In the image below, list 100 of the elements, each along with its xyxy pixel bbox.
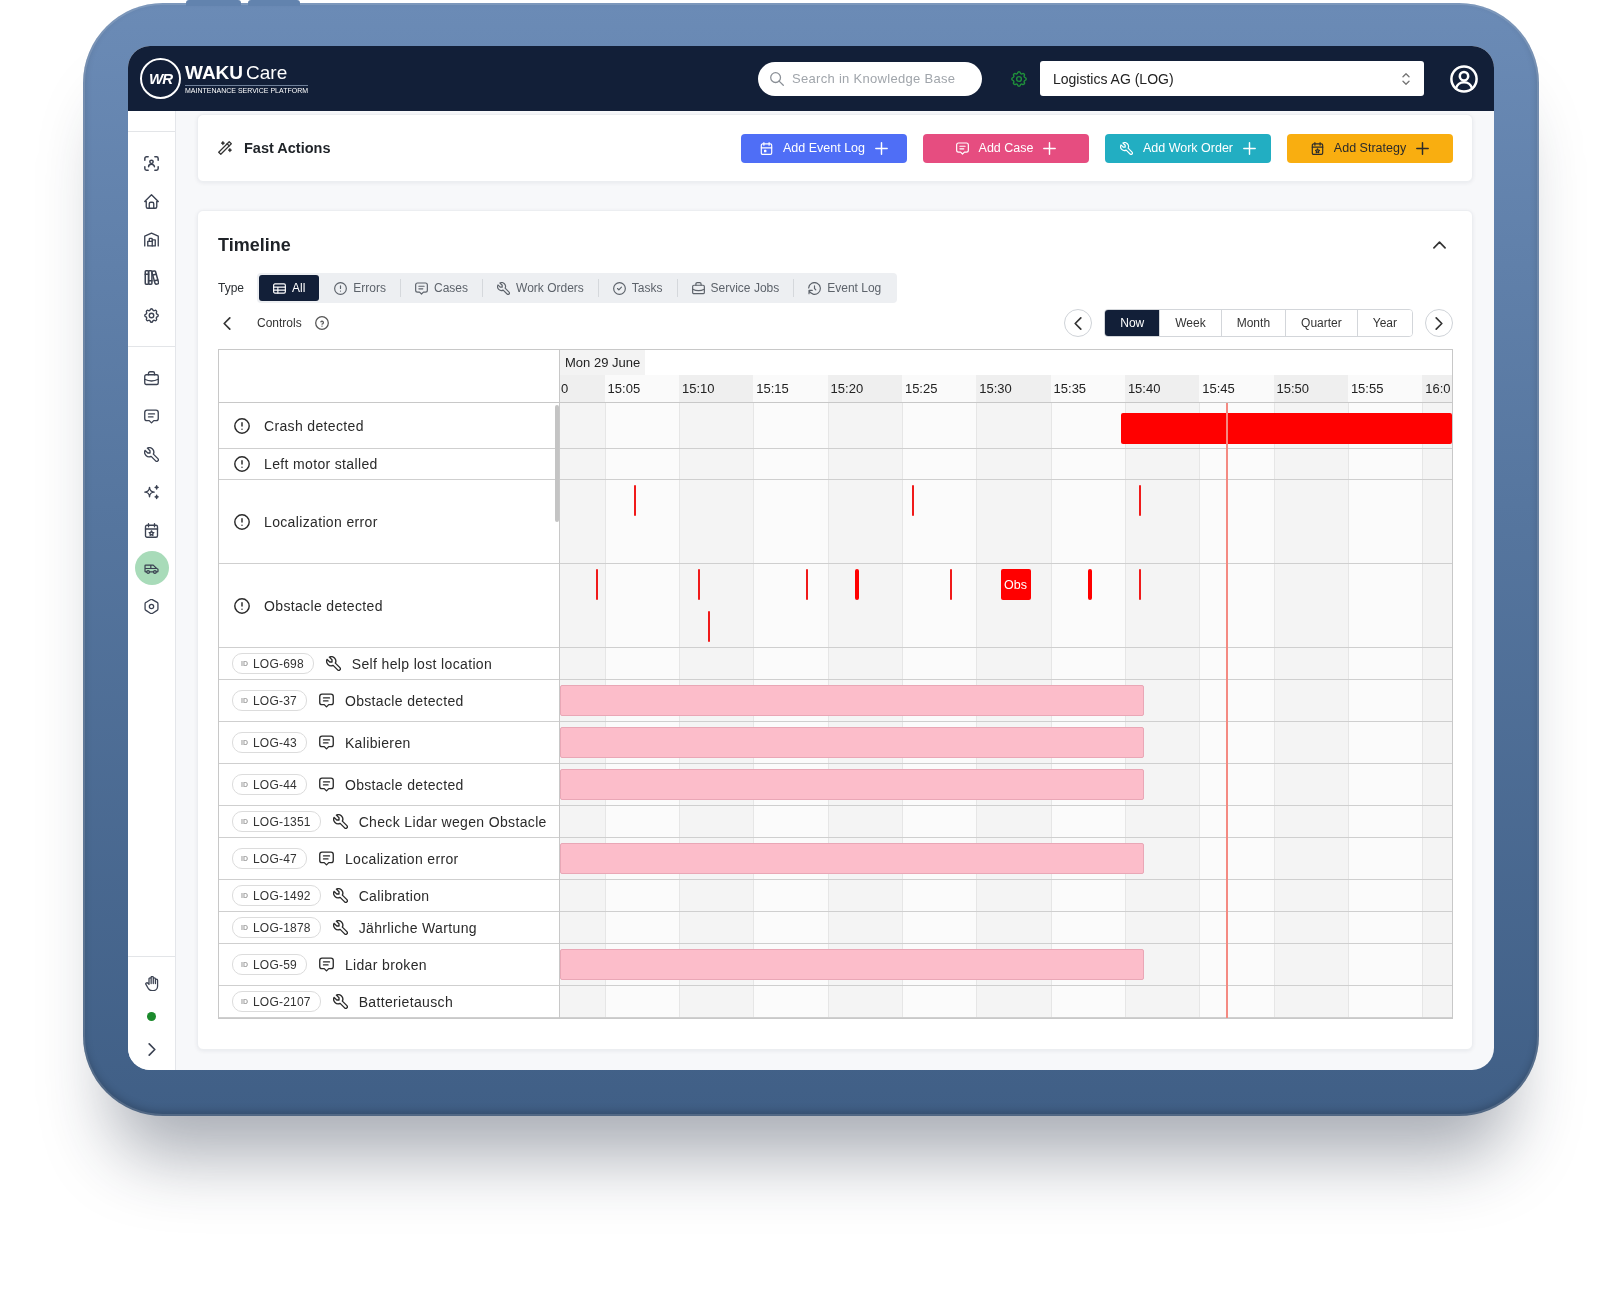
user-account-icon[interactable] (1450, 64, 1478, 93)
row-title: Obstacle detected (264, 597, 383, 614)
chevron-up-icon (1432, 241, 1446, 249)
time-tick-label: 0 (560, 375, 605, 402)
logo-mark: WR (140, 58, 181, 99)
error-bar[interactable] (855, 569, 860, 600)
time-tick-label: 15:25 (901, 375, 977, 402)
row-title: Left motor stalled (264, 456, 378, 472)
fast-action-button[interactable]: Add Event Log (741, 133, 907, 163)
hand-icon[interactable] (144, 976, 159, 991)
message-icon (955, 141, 969, 155)
magic-wand-icon (218, 141, 232, 155)
error-bar[interactable] (1088, 569, 1092, 600)
filter-tab[interactable]: Cases (401, 275, 483, 301)
date-label: Mon 29 June (560, 350, 646, 375)
message-icon (318, 957, 334, 972)
wrench-icon (325, 656, 341, 671)
wrench-icon (497, 281, 511, 295)
error-marker[interactable] (1138, 485, 1141, 516)
plus-icon (1416, 141, 1430, 155)
filter-tab[interactable]: All (259, 275, 320, 301)
row-title: Jährliche Wartung (358, 919, 477, 936)
id-label: LOG-43 (253, 735, 297, 750)
wrench-icon (332, 814, 348, 829)
filter-tab[interactable]: Errors (320, 275, 401, 301)
plus-icon (1043, 141, 1057, 155)
error-marker[interactable] (698, 569, 700, 600)
status-dot-icon (147, 1012, 156, 1021)
alert-circle-icon (234, 456, 250, 472)
settings-icon (144, 307, 159, 323)
range-tab[interactable]: Now (1105, 310, 1160, 336)
time-tick-label: 15:10 (678, 375, 754, 402)
filter-tab[interactable]: Service Jobs (677, 275, 794, 301)
selector-icon (1402, 72, 1410, 85)
hexagon-icon (144, 598, 159, 614)
wrench-icon (332, 888, 348, 903)
time-tick-label: 15:40 (1124, 375, 1200, 402)
id-label: LOG-1492 (253, 888, 311, 903)
id-label: LOG-37 (253, 693, 297, 708)
time-tick-label: 15:20 (827, 375, 902, 402)
time-tick-label: 15:55 (1347, 375, 1423, 402)
range-tab[interactable]: Year (1356, 310, 1412, 336)
error-marker[interactable] (1138, 569, 1141, 600)
error-marker[interactable] (950, 569, 953, 600)
filter-tab[interactable]: Work Orders (483, 275, 598, 301)
filter-label: Type (218, 281, 244, 295)
product-name: Care (246, 62, 288, 83)
fast-action-button[interactable]: Add Strategy (1287, 133, 1453, 163)
card-title: Timeline (218, 234, 291, 256)
time-tick-label: 15:50 (1273, 375, 1348, 402)
message-icon (144, 408, 159, 424)
history-icon (808, 281, 822, 295)
error-marker[interactable] (596, 569, 599, 600)
sidebar-nav-button[interactable] (134, 551, 169, 585)
row-title: Calibration (358, 887, 430, 904)
next-button[interactable] (1425, 309, 1453, 337)
filter-tab[interactable]: Event Log (794, 275, 896, 301)
alert-circle-icon (234, 513, 250, 530)
time-tick-label: 15:05 (604, 375, 679, 402)
card-title: Fast Actions (244, 140, 331, 156)
wrench-icon (1119, 141, 1133, 155)
settings-icon[interactable] (1011, 70, 1027, 87)
chevron-left-icon (1074, 316, 1083, 330)
filter-tab[interactable]: Tasks (598, 275, 677, 301)
scrollbar-thumb[interactable] (555, 405, 559, 522)
row-title: Crash detected (264, 417, 364, 434)
home-icon (144, 193, 159, 209)
search-field[interactable]: Search in Knowledge Base (758, 61, 982, 96)
fast-action-button[interactable]: Add Case (923, 133, 1089, 163)
id-label: LOG-59 (253, 957, 297, 972)
error-marker[interactable] (634, 485, 637, 516)
alert-circle-icon (334, 281, 348, 295)
error-marker[interactable] (805, 569, 808, 600)
wrench-icon (144, 446, 159, 462)
message-icon (318, 777, 334, 792)
error-bar[interactable]: Obs (1001, 569, 1031, 600)
alert-circle-icon (234, 597, 250, 614)
error-marker[interactable] (911, 485, 914, 516)
message-icon (415, 281, 429, 295)
plus-icon (875, 141, 888, 155)
tenant-select[interactable]: Logistics AG (LOG) (1040, 61, 1424, 96)
row-title: Check Lidar wegen Obstacle (358, 813, 547, 830)
id-label: LOG-698 (253, 656, 304, 671)
search-icon (770, 71, 784, 86)
briefcase-icon (691, 281, 705, 295)
previous-button[interactable] (1064, 309, 1093, 337)
id-label: LOG-47 (253, 851, 297, 866)
chevron-right-icon[interactable] (147, 1043, 156, 1056)
help-icon[interactable] (314, 316, 329, 330)
time-tick-label: 15:45 (1199, 375, 1274, 402)
id-label: LOG-1878 (253, 920, 311, 935)
books-icon (144, 269, 159, 285)
row-title: Lidar broken (344, 956, 427, 973)
briefcase-icon (144, 370, 159, 386)
error-marker[interactable] (708, 611, 711, 642)
time-tick-label: 15:30 (976, 375, 1051, 402)
plus-icon (1243, 141, 1257, 155)
check-circle-icon (612, 281, 626, 295)
row-title: Localization error (344, 850, 459, 867)
alert-circle-icon (234, 417, 250, 434)
